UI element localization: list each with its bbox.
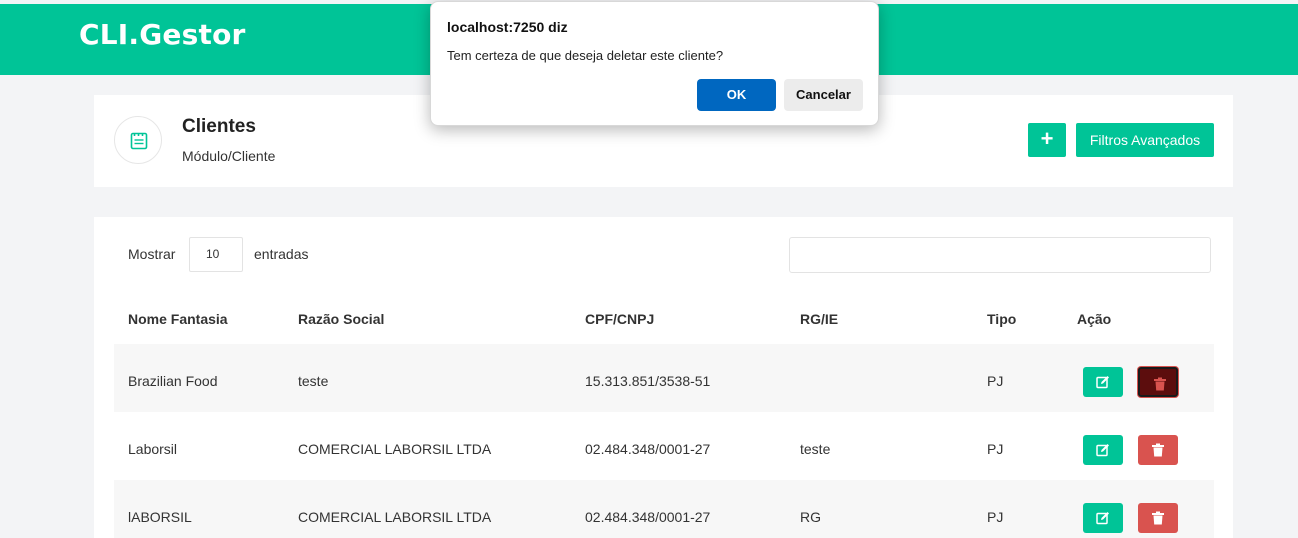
cell-tipo: PJ	[987, 509, 1004, 525]
cell-cpf-cnpj: 02.484.348/0001-27	[585, 509, 711, 525]
confirm-dialog: localhost:7250 diz Tem certeza de que de…	[430, 1, 879, 126]
column-header-cpf-cnpj[interactable]: CPF/CNPJ	[585, 311, 654, 327]
column-header-rg-ie[interactable]: RG/IE	[800, 311, 838, 327]
table-row: Laborsil COMERCIAL LABORSIL LTDA 02.484.…	[114, 412, 1214, 480]
entries-label: entradas	[254, 246, 309, 262]
cell-nome-fantasia: Laborsil	[128, 441, 178, 457]
trash-icon	[1152, 443, 1164, 457]
show-label: Mostrar	[128, 246, 176, 262]
edit-button[interactable]	[1083, 503, 1123, 533]
cell-rg-ie: teste	[800, 441, 831, 457]
table-row: Brazilian Food teste 15.313.851/3538-51 …	[114, 344, 1214, 412]
cancel-button[interactable]: Cancelar	[784, 79, 863, 111]
dialog-title: localhost:7250 diz	[447, 19, 568, 35]
cell-razao-social: COMERCIAL LABORSIL LTDA	[298, 441, 492, 457]
column-header-razao-social[interactable]: Razão Social	[298, 311, 384, 327]
cell-cpf-cnpj: 15.313.851/3538-51	[585, 373, 711, 389]
page-size-input[interactable]: 10	[189, 237, 243, 272]
cell-tipo: PJ	[987, 373, 1004, 389]
clients-table-card: Mostrar 10 entradas Nome Fantasia Razão …	[94, 217, 1233, 538]
delete-button[interactable]	[1138, 367, 1178, 397]
cell-razao-social: teste	[298, 373, 329, 389]
column-header-nome-fantasia[interactable]: Nome Fantasia	[128, 311, 228, 327]
cell-tipo: PJ	[987, 441, 1004, 457]
edit-icon	[1096, 512, 1109, 525]
edit-button[interactable]	[1083, 367, 1123, 397]
cell-rg-ie: RG	[800, 509, 821, 525]
page-title: Clientes	[182, 116, 256, 137]
breadcrumb: Módulo/Cliente	[182, 148, 276, 164]
add-client-button[interactable]: +	[1028, 123, 1066, 157]
column-header-tipo[interactable]: Tipo	[987, 311, 1016, 327]
delete-button[interactable]	[1138, 435, 1178, 465]
advanced-filters-button[interactable]: Filtros Avançados	[1076, 123, 1214, 157]
dialog-message: Tem certeza de que deseja deletar este c…	[447, 48, 724, 63]
edit-icon	[1096, 444, 1109, 457]
clipboard-icon	[114, 116, 162, 164]
edit-icon	[1096, 376, 1109, 389]
brand-logo[interactable]: CLI.Gestor	[79, 18, 246, 51]
ok-button[interactable]: OK	[697, 79, 776, 111]
cell-cpf-cnpj: 02.484.348/0001-27	[585, 441, 711, 457]
trash-icon	[1154, 377, 1166, 391]
trash-icon	[1152, 511, 1164, 525]
search-input[interactable]	[789, 237, 1211, 273]
column-header-acao: Ação	[1077, 311, 1112, 327]
cell-razao-social: COMERCIAL LABORSIL LTDA	[298, 509, 492, 525]
table-row: lABORSIL COMERCIAL LABORSIL LTDA 02.484.…	[114, 480, 1214, 538]
cell-nome-fantasia: lABORSIL	[128, 509, 192, 525]
delete-button[interactable]	[1138, 503, 1178, 533]
cell-nome-fantasia: Brazilian Food	[128, 373, 218, 389]
edit-button[interactable]	[1083, 435, 1123, 465]
